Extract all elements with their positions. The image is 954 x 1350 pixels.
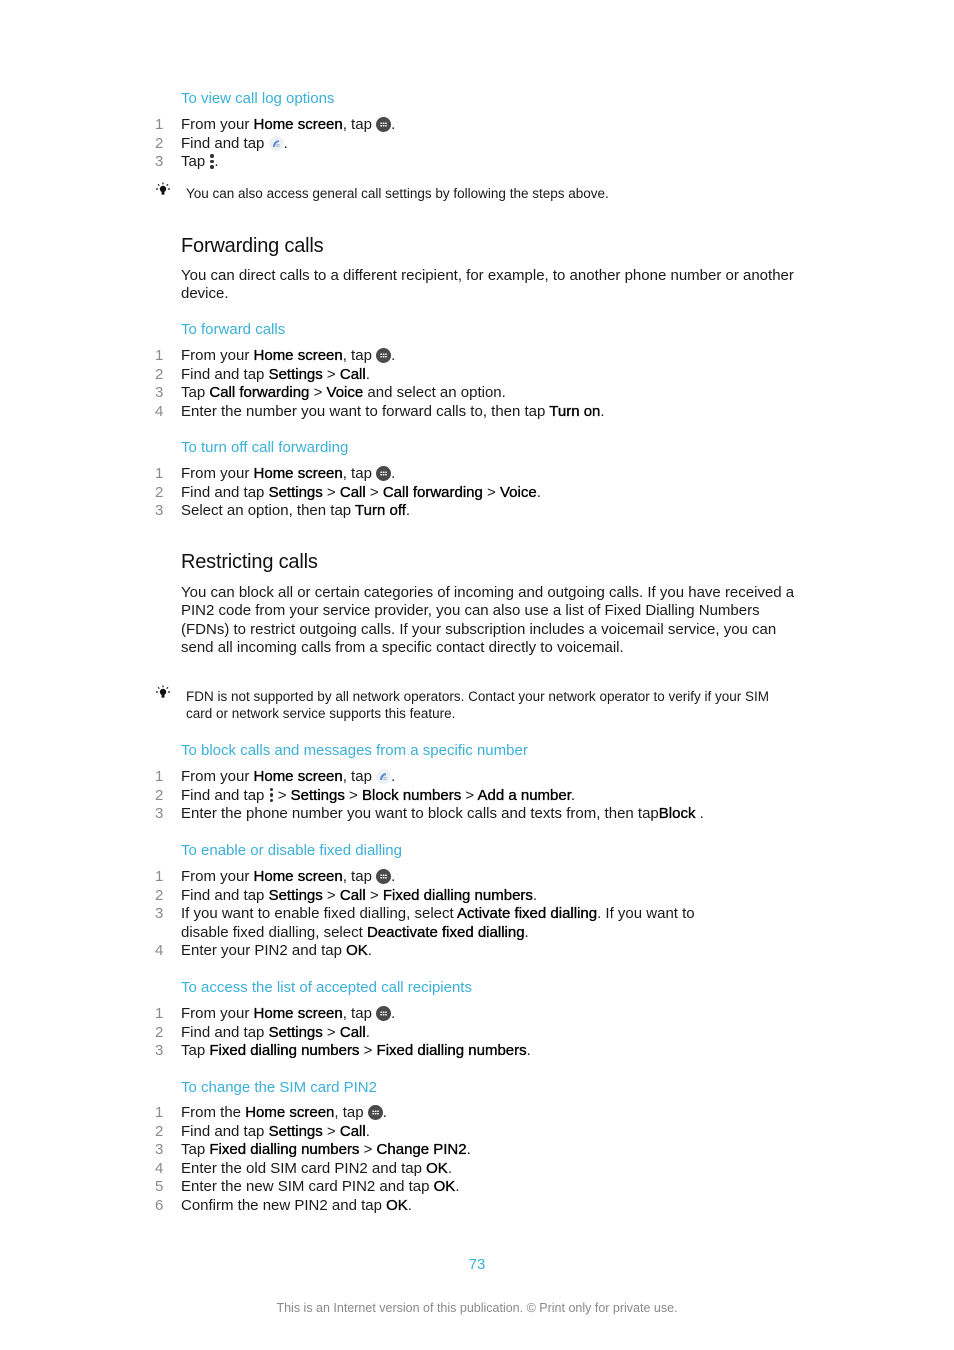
page-number: 73: [468, 1256, 486, 1273]
list-item: 1 From your Home screen, tap .: [155, 868, 396, 885]
list-item: 4 Enter the old SIM card PIN2 and tap OK.: [155, 1159, 452, 1177]
list-item: 3 Tap .: [155, 153, 219, 171]
list-item: 3 Enter the phone number you want to bloc…: [155, 805, 704, 823]
section-intro: You can block all or certain categories …: [181, 584, 795, 656]
list-item: 6 Confirm the new PIN2 and tap OK.: [155, 1196, 412, 1214]
section-heading: Restricting calls: [181, 551, 318, 573]
tip-note: You can also access general call setting…: [155, 182, 795, 202]
apps-icon: [376, 117, 392, 132]
step-list: 1 From your Home screen, tap . 2 Find and …: [152, 465, 802, 521]
list-item: 3 Tap Call forwarding > Voice and select …: [155, 384, 506, 402]
list-item: 1 From your Home screen, tap .: [155, 116, 396, 133]
tip-note: FDN is not supported by all network oper…: [155, 685, 795, 722]
subsection-title: To access the list of accepted call reci…: [181, 979, 472, 996]
list-item: 4 Enter your PIN2 and tap OK.: [155, 942, 372, 960]
list-item: 2 Find and tap Settings > Call.: [155, 1023, 370, 1041]
list-item: 2 Find and tap Settings > Call > Fixed di…: [155, 886, 538, 904]
subsection-title: To view call log options: [181, 90, 335, 107]
list-item: 2 Find and tap > Settings > Block numbers…: [155, 786, 576, 804]
list-item: 2 Find and tap .: [155, 134, 288, 152]
step-list: 1 From your Home screen, tap . 2 Find and …: [152, 868, 802, 961]
list-item: 5 Enter the new SIM card PIN2 and tap OK.: [155, 1178, 460, 1196]
step-list: 1 From your Home screen, tap . 2 Find and …: [152, 347, 802, 421]
manual-page: To view call log options 1 From your Home…: [0, 0, 954, 1350]
list-item: 1 From your Home screen, tap .: [155, 1005, 396, 1022]
subsection-title: To change the SIM card PIN2: [181, 1079, 377, 1096]
step-list: 1 From the Home screen, tap . 2 Find and t…: [152, 1104, 802, 1216]
subsection-title: To enable or disable fixed dialling: [181, 842, 402, 859]
step-list: 1 From your Home screen, tap . 2 Find and …: [152, 1005, 802, 1061]
phone-app-icon: [268, 135, 284, 151]
subsection-title: To forward calls: [181, 321, 286, 338]
apps-icon: [376, 1006, 392, 1021]
apps-icon: [376, 869, 392, 884]
subsection-title: To turn off call forwarding: [181, 439, 349, 456]
list-item: 3 Select an option, then tap Turn off.: [155, 502, 411, 520]
list-item: 2 Find and tap Settings > Call.: [155, 1122, 370, 1140]
apps-icon: [376, 466, 392, 481]
apps-icon: [367, 1105, 383, 1120]
list-item: 1 From your Home screen, tap .: [155, 768, 396, 785]
list-item: 3 If you want to enable fixed dialling, s…: [155, 905, 695, 941]
phone-app-icon: [376, 769, 392, 784]
list-item: 1 From the Home screen, tap .: [155, 1104, 387, 1121]
list-item: 2 Find and tap Settings > Call > Call for…: [155, 483, 541, 501]
list-item: 3 Tap Fixed dialling numbers > Change PIN…: [155, 1141, 471, 1159]
list-item: 1 From your Home screen, tap .: [155, 465, 396, 482]
list-item: 4 Enter the number you want to forward ca…: [155, 402, 605, 420]
footer-notice: This is an Internet version of this publ…: [276, 1301, 678, 1315]
list-item: 2 Find and tap Settings > Call.: [155, 365, 370, 383]
section-intro: You can direct calls to a different reci…: [181, 267, 794, 303]
more-options-icon: [209, 154, 214, 169]
step-list: 1 From your Home screen, tap . 2 Find and …: [152, 116, 802, 172]
subsection-title: To block calls and messages from a speci…: [181, 742, 528, 759]
step-list: 1 From your Home screen, tap . 2 Find and …: [152, 768, 802, 824]
list-item: 1 From your Home screen, tap .: [155, 347, 396, 364]
list-item: 3 Tap Fixed dialling numbers > Fixed dial…: [155, 1042, 531, 1060]
lightbulb-icon: [156, 182, 170, 195]
apps-icon: [376, 348, 392, 363]
more-options-icon: [269, 787, 274, 803]
section-heading: Forwarding calls: [181, 235, 324, 257]
lightbulb-icon: [156, 685, 170, 698]
